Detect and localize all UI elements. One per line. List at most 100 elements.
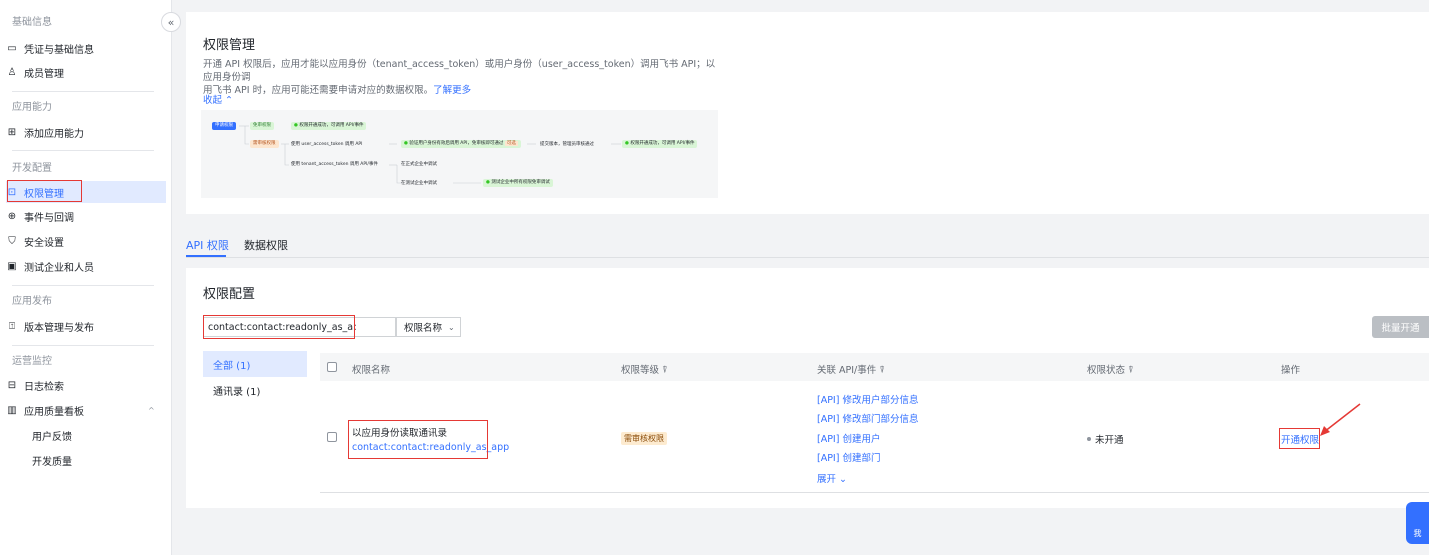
sidebar-item-security[interactable]: ⛉ 安全设置 [6, 231, 166, 251]
search-field-select[interactable]: 权限名称 ⌄ [396, 317, 461, 337]
sidebar-item-quality-board[interactable]: ▥ 应用质量看板 ^ [6, 400, 166, 420]
page-title: 权限管理 [203, 38, 256, 53]
sidebar-item-label: 成员管理 [24, 68, 64, 80]
highlight-box [1279, 428, 1320, 449]
chevron-down-icon: ⌄ [839, 474, 848, 485]
sidebar-collapse-button[interactable]: « [161, 12, 181, 32]
nav-section-monitor: 运营监控 [12, 354, 154, 370]
row-checkbox[interactable] [327, 432, 337, 442]
permission-status: 未开通 [1095, 435, 1124, 446]
batch-enable-button[interactable]: 批量开通 [1372, 316, 1429, 338]
flow-label: 在测试企业中调试 [401, 181, 437, 186]
test-icon: ▣ [7, 260, 17, 272]
expand-apis-link[interactable]: 展开 ⌄ [817, 471, 847, 485]
flow-chip: 需审核权限 [250, 140, 279, 148]
tab-api-permissions[interactable]: API 权限 [186, 237, 229, 253]
nav-section-basic: 基础信息 [12, 15, 154, 31]
flow-chip: 免审权限 [250, 122, 274, 130]
id-card-icon: ▭ [7, 42, 17, 54]
row-divider [320, 492, 1429, 493]
category-item-contacts[interactable]: 通讯录 (1) [203, 377, 307, 403]
column-header-status[interactable]: 权限状态 ⍒ [1087, 362, 1134, 376]
flow-tag: 可选 [504, 141, 518, 146]
flow-label: 使用 tenant_access_token 调用 API/事件 [291, 162, 378, 167]
chart-icon: ▥ [7, 404, 17, 416]
sidebar-item-add-capability[interactable]: ⊞ 添加应用能力 [6, 122, 166, 142]
select-all-checkbox[interactable] [327, 362, 337, 372]
sidebar-item-label: 安全设置 [24, 237, 64, 249]
sidebar-item-label: 日志检索 [24, 381, 64, 393]
flow-start-chip: 申请权限 [212, 122, 236, 130]
flow-chip: ● 测试企业中所有权限免审调试 [483, 179, 553, 187]
sidebar-item-logs[interactable]: ⊟ 日志检索 [6, 375, 166, 395]
column-header-action: 操作 [1281, 365, 1301, 376]
select-value: 权限名称 [404, 323, 443, 334]
api-link[interactable]: [API] 创建用户 [817, 431, 880, 445]
nav-section-capability: 应用能力 [12, 100, 154, 116]
sidebar-item-label: 测试企业和人员 [24, 262, 94, 274]
column-header-label: 权限状态 [1087, 365, 1126, 376]
filter-icon[interactable]: ⍒ [1128, 365, 1134, 376]
sidebar [0, 0, 172, 555]
collapse-link[interactable]: 收起 ⌃ [203, 92, 233, 106]
nav-section-release: 应用发布 [12, 294, 154, 310]
highlight-box [7, 180, 82, 202]
annotation-arrow [1320, 403, 1361, 436]
sidebar-item-label: 凭证与基础信息 [24, 44, 94, 56]
permission-level-badge: 需审核权限 [621, 432, 667, 445]
sidebar-item-label: 用户反馈 [32, 431, 72, 443]
highlight-box [203, 315, 355, 339]
divider [12, 91, 154, 92]
collapse-label: 收起 [203, 95, 223, 106]
sidebar-item-test-tenant[interactable]: ▣ 测试企业和人员 [6, 256, 166, 276]
sidebar-item-versions[interactable]: ⍐ 版本管理与发布 [6, 316, 166, 336]
divider [12, 345, 154, 346]
column-header-label: 权限等级 [621, 365, 660, 376]
flow-chip: ● 验证用户身份有效后调用 API，免审核即可通过 可选 [401, 140, 521, 148]
divider [12, 150, 154, 151]
sidebar-item-credentials[interactable]: ▭ 凭证与基础信息 [6, 38, 166, 58]
status-dot [1087, 437, 1091, 441]
flow-chip: ● 权限开通成功，可调用 API/事件 [622, 140, 698, 148]
column-header-level[interactable]: 权限等级 ⍒ [621, 362, 668, 376]
intro-desc-line: 用飞书 API 时，应用可能还需要申请对应的数据权限。 [203, 85, 434, 96]
chevron-up-icon: ⌃ [225, 95, 234, 106]
nav-section-title: 基础信息 [12, 17, 52, 28]
section-title: 权限配置 [203, 287, 256, 302]
sidebar-item-dev-quality[interactable]: 开发质量 [6, 450, 166, 470]
floating-help-button[interactable]: 我 [1406, 502, 1429, 544]
upload-icon: ⍐ [9, 320, 15, 332]
sidebar-item-label: 添加应用能力 [24, 128, 84, 140]
category-list: 全部 (1) 通讯录 (1) [203, 351, 307, 403]
shield-icon: ⛉ [8, 235, 16, 247]
api-link[interactable]: [API] 创建部门 [817, 450, 880, 464]
intro-desc-line: 开通 API 权限后，应用才能以应用身份（tenant_access_token… [203, 59, 716, 83]
column-header-label: 关联 API/事件 [817, 365, 877, 376]
nav-section-dev-config: 开发配置 [12, 161, 154, 177]
tab-data-permissions[interactable]: 数据权限 [244, 237, 288, 253]
filter-icon[interactable]: ⍒ [879, 365, 885, 376]
event-icon: ⊕ [7, 210, 17, 222]
learn-more-link[interactable]: 了解更多 [433, 85, 471, 96]
grid-icon: ⊞ [7, 126, 17, 138]
nav-section-title: 应用能力 [12, 102, 52, 113]
tab-bar [186, 230, 1429, 258]
flow-label: 提交版本，管理员审核通过 [540, 142, 594, 147]
user-icon: ♙ [7, 66, 17, 78]
flow-label: 使用 user_access_token 调用 API [291, 142, 363, 147]
nav-section-title: 开发配置 [12, 163, 52, 174]
sidebar-item-members[interactable]: ♙ 成员管理 [6, 62, 166, 82]
highlight-box [348, 420, 488, 459]
log-icon: ⊟ [7, 379, 17, 391]
nav-section-title: 运营监控 [12, 356, 52, 367]
sidebar-item-label: 版本管理与发布 [24, 322, 94, 334]
column-header-apis[interactable]: 关联 API/事件 ⍒ [817, 362, 885, 376]
category-item-all[interactable]: 全部 (1) [203, 351, 307, 377]
filter-icon[interactable]: ⍒ [662, 365, 668, 376]
api-link[interactable]: [API] 修改用户部分信息 [817, 392, 918, 406]
sidebar-item-feedback[interactable]: 用户反馈 [6, 425, 166, 445]
permission-config-card [186, 268, 1429, 508]
intro-description: 开通 API 权限后，应用才能以应用身份（tenant_access_token… [203, 58, 723, 97]
sidebar-item-events[interactable]: ⊕ 事件与回调 [6, 206, 166, 226]
api-link[interactable]: [API] 修改部门部分信息 [817, 411, 918, 425]
